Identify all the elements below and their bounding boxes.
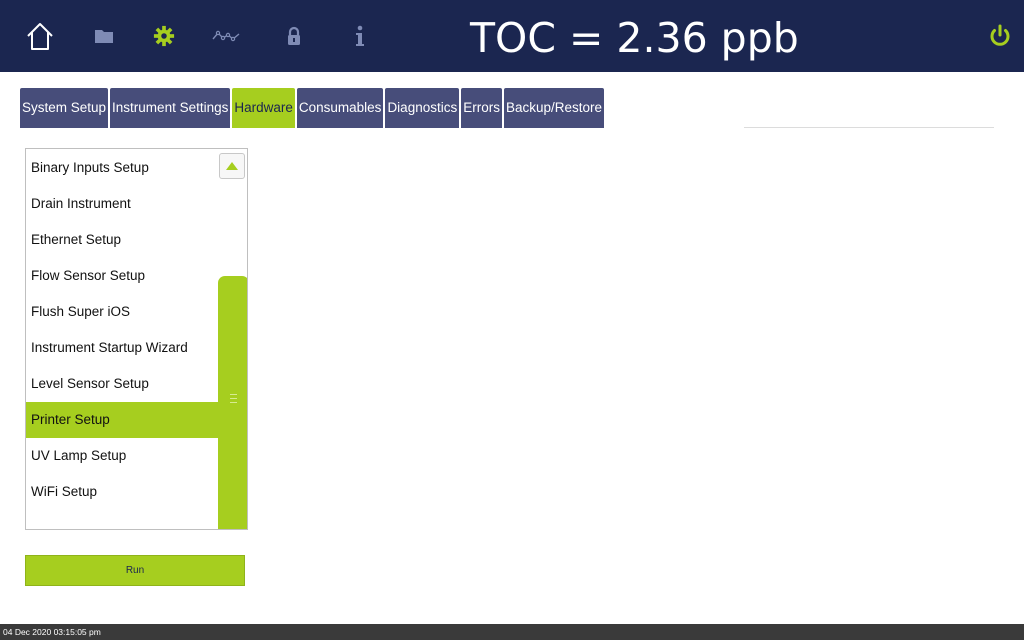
list-item-printer-setup[interactable]: Printer Setup bbox=[26, 402, 218, 438]
run-button[interactable]: Run bbox=[25, 555, 245, 586]
grip-line bbox=[230, 398, 237, 399]
list-item-flush-super-ios[interactable]: Flush Super iOS bbox=[26, 294, 218, 330]
top-header-bar: TOC = 2.36 ppb bbox=[0, 0, 1024, 72]
tab-consumables[interactable]: Consumables bbox=[296, 88, 384, 128]
tab-errors[interactable]: Errors bbox=[461, 88, 502, 128]
tab-system-setup[interactable]: System Setup bbox=[20, 88, 109, 128]
trend-icon[interactable] bbox=[210, 18, 242, 54]
list-item-flow-sensor-setup[interactable]: Flow Sensor Setup bbox=[26, 258, 218, 294]
lock-icon[interactable] bbox=[284, 18, 304, 54]
tab-diagnostics[interactable]: Diagnostics bbox=[385, 88, 460, 128]
scroll-up-button[interactable] bbox=[219, 153, 245, 179]
scrollbar-thumb[interactable] bbox=[218, 276, 247, 529]
gear-icon[interactable] bbox=[151, 18, 177, 54]
list-item-level-sensor-setup[interactable]: Level Sensor Setup bbox=[26, 366, 218, 402]
list-item-ethernet-setup[interactable]: Ethernet Setup bbox=[26, 222, 218, 258]
tab-instrument-settings[interactable]: Instrument Settings bbox=[110, 88, 231, 128]
status-timestamp: 04 Dec 2020 03:15:05 pm bbox=[3, 627, 101, 637]
settings-tab-bar: System Setup Instrument Settings Hardwar… bbox=[20, 88, 605, 128]
hardware-list: Binary Inputs Setup Drain Instrument Eth… bbox=[25, 148, 248, 530]
tab-backup-restore[interactable]: Backup/Restore bbox=[503, 88, 605, 128]
list-item-drain-instrument[interactable]: Drain Instrument bbox=[26, 186, 218, 222]
grip-line bbox=[230, 402, 237, 403]
grip-line bbox=[230, 394, 237, 395]
list-item-binary-inputs-setup[interactable]: Binary Inputs Setup bbox=[26, 150, 218, 186]
list-item-uv-lamp-setup[interactable]: UV Lamp Setup bbox=[26, 438, 218, 474]
toc-reading: TOC = 2.36 ppb bbox=[470, 14, 799, 62]
list-item-instrument-startup-wizard[interactable]: Instrument Startup Wizard bbox=[26, 330, 218, 366]
home-icon[interactable] bbox=[22, 18, 58, 54]
tab-divider bbox=[744, 127, 994, 128]
triangle-up-icon bbox=[226, 162, 238, 170]
info-icon[interactable] bbox=[350, 18, 370, 54]
folder-icon[interactable] bbox=[91, 18, 117, 54]
status-bar: 04 Dec 2020 03:15:05 pm bbox=[0, 624, 1024, 640]
power-icon[interactable] bbox=[984, 18, 1016, 54]
tab-hardware[interactable]: Hardware bbox=[232, 88, 295, 128]
list-item-wifi-setup[interactable]: WiFi Setup bbox=[26, 474, 218, 510]
